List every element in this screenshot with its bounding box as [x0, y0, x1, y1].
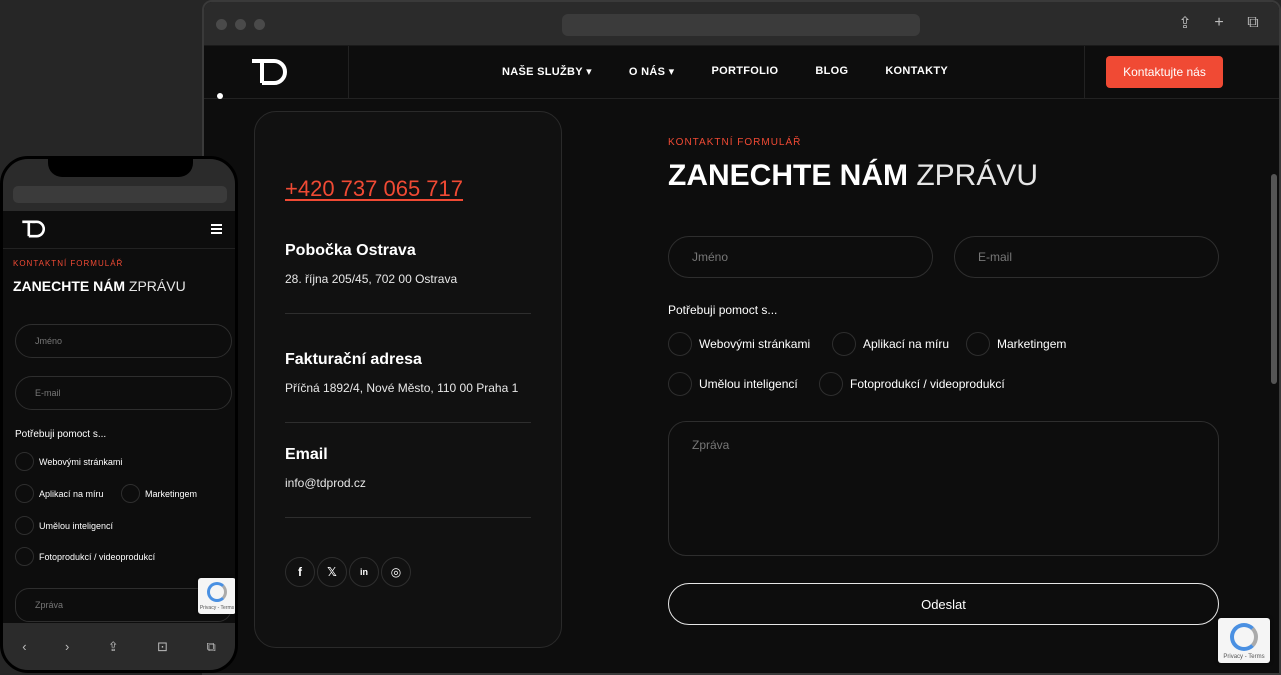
- window-controls: [216, 19, 265, 30]
- mobile-header: [3, 211, 235, 249]
- info-title: Pobočka Ostrava: [285, 242, 416, 259]
- checkbox-circle[interactable]: [668, 372, 692, 396]
- help-label: Potřebuji pomoct s...: [668, 303, 778, 317]
- social-links: f 𝕏 in ◎: [285, 557, 411, 587]
- linkedin-icon[interactable]: in: [349, 557, 379, 587]
- checkbox-circle[interactable]: [668, 332, 692, 356]
- option-marketing[interactable]: Marketingem: [121, 484, 197, 503]
- checkbox-circle[interactable]: [819, 372, 843, 396]
- message-textarea[interactable]: Zpráva: [668, 421, 1219, 556]
- page-content: +420 737 065 717 Pobočka Ostrava 28. říj…: [204, 93, 1279, 673]
- email-input[interactable]: E-mail: [15, 376, 232, 410]
- form-heading: ZANECHTE NÁM ZPRÁVU: [13, 278, 186, 294]
- back-icon[interactable]: ‹: [22, 639, 26, 654]
- checkbox-circle[interactable]: [15, 516, 34, 535]
- instagram-icon[interactable]: ◎: [381, 557, 411, 587]
- nav-item-portfolio[interactable]: PORTFOLIO: [711, 65, 778, 78]
- share-icon[interactable]: ⇪: [1177, 14, 1193, 32]
- main-nav: NAŠE SLUŽBY ▾ O NÁS ▾ PORTFOLIO BLOG KON…: [502, 65, 985, 78]
- branch-ostrava-block: Pobočka Ostrava 28. října 205/45, 702 00…: [285, 242, 531, 314]
- mobile-phone-frame: KONTAKTNÍ FORMULÁŘ ZANECHTE NÁM ZPRÁVU J…: [0, 156, 238, 673]
- td-logo[interactable]: [21, 219, 47, 239]
- nav-item-kontakty[interactable]: KONTAKTY: [885, 65, 948, 78]
- option-ai[interactable]: Umělou inteligencí: [668, 372, 798, 396]
- email-input[interactable]: E-mail: [954, 236, 1219, 278]
- email-block: Email info@tdprod.cz: [285, 446, 531, 518]
- option-photo-video[interactable]: Fotoprodukcí / videoprodukcí: [819, 372, 1005, 396]
- info-title: Fakturační adresa: [285, 351, 422, 368]
- mobile-address-bar[interactable]: [13, 186, 227, 203]
- address-bar[interactable]: [562, 14, 920, 36]
- site-header: NAŠE SLUŽBY ▾ O NÁS ▾ PORTFOLIO BLOG KON…: [204, 46, 1279, 99]
- option-ai[interactable]: Umělou inteligencí: [15, 516, 113, 535]
- form-eyebrow: KONTAKTNÍ FORMULÁŘ: [668, 137, 802, 148]
- td-logo[interactable]: [250, 57, 290, 87]
- mobile-browser-toolbar: ‹ › ⇪ ⊡ ⧉: [3, 623, 235, 670]
- tabs-overview-icon[interactable]: ⧉: [206, 639, 215, 655]
- maximize-window-dot[interactable]: [254, 19, 265, 30]
- info-text: Příčná 1892/4, Nové Město, 110 00 Praha …: [285, 381, 519, 395]
- nav-item-blog[interactable]: BLOG: [815, 65, 848, 78]
- browser-chrome: ⇪ + ⧉: [204, 2, 1279, 46]
- name-input[interactable]: Jméno: [668, 236, 933, 278]
- name-input[interactable]: Jméno: [15, 324, 232, 358]
- reading-list-icon[interactable]: ⊡: [157, 639, 168, 655]
- desktop-browser-window: ⇪ + ⧉ NAŠE SLUŽBY ▾ O NÁS ▾ PORTFOLIO BL…: [202, 0, 1281, 675]
- nav-divider: [1084, 46, 1085, 99]
- form-heading: ZANECHTE NÁM ZPRÁVU: [668, 159, 1039, 192]
- checkbox-circle[interactable]: [15, 484, 34, 503]
- phone-link[interactable]: +420 737 065 717: [285, 176, 463, 202]
- info-text: 28. října 205/45, 702 00 Ostrava: [285, 272, 458, 286]
- info-title: Email: [285, 446, 328, 463]
- option-websites[interactable]: Webovými stránkami: [15, 452, 122, 471]
- option-photo-video[interactable]: Fotoprodukcí / videoprodukcí: [15, 547, 155, 566]
- recaptcha-icon: [1230, 623, 1258, 651]
- forward-icon[interactable]: ›: [65, 639, 69, 654]
- contact-us-button[interactable]: Kontaktujte nás: [1106, 56, 1223, 88]
- option-marketing[interactable]: Marketingem: [966, 332, 1066, 356]
- checkbox-circle[interactable]: [15, 547, 34, 566]
- facebook-icon[interactable]: f: [285, 557, 315, 587]
- option-custom-app[interactable]: Aplikací na míru: [15, 484, 104, 503]
- checkbox-circle[interactable]: [832, 332, 856, 356]
- scrollbar[interactable]: [1271, 174, 1277, 384]
- tabs-overview-icon[interactable]: ⧉: [1245, 14, 1261, 32]
- nav-item-nase-sluzby[interactable]: NAŠE SLUŽBY ▾: [502, 65, 592, 78]
- share-icon[interactable]: ⇪: [108, 639, 119, 655]
- checkbox-circle[interactable]: [966, 332, 990, 356]
- billing-address-block: Fakturační adresa Příčná 1892/4, Nové Mě…: [285, 351, 531, 423]
- help-label: Potřebuji pomoct s...: [15, 429, 107, 440]
- info-text[interactable]: info@tdprod.cz: [285, 476, 531, 490]
- recaptcha-badge[interactable]: Privacy - Terms: [198, 578, 235, 614]
- submit-button[interactable]: Odeslat: [668, 583, 1219, 625]
- checkbox-circle[interactable]: [15, 452, 34, 471]
- close-window-dot[interactable]: [216, 19, 227, 30]
- option-custom-app[interactable]: Aplikací na míru: [832, 332, 949, 356]
- nav-item-o-nas[interactable]: O NÁS ▾: [629, 65, 675, 78]
- recaptcha-badge[interactable]: Privacy - Terms: [1218, 618, 1270, 663]
- hamburger-menu-icon[interactable]: [211, 224, 222, 236]
- checkbox-circle[interactable]: [121, 484, 140, 503]
- nav-divider: [348, 46, 349, 99]
- phone-notch: [48, 159, 193, 177]
- option-websites[interactable]: Webovými stránkami: [668, 332, 810, 356]
- recaptcha-icon: [207, 582, 227, 602]
- new-tab-plus-icon[interactable]: +: [1211, 14, 1227, 32]
- contact-info-card: +420 737 065 717 Pobočka Ostrava 28. říj…: [254, 111, 562, 648]
- minimize-window-dot[interactable]: [235, 19, 246, 30]
- cursor-dot: [217, 93, 223, 99]
- x-icon[interactable]: 𝕏: [317, 557, 347, 587]
- form-eyebrow: KONTAKTNÍ FORMULÁŘ: [13, 259, 124, 268]
